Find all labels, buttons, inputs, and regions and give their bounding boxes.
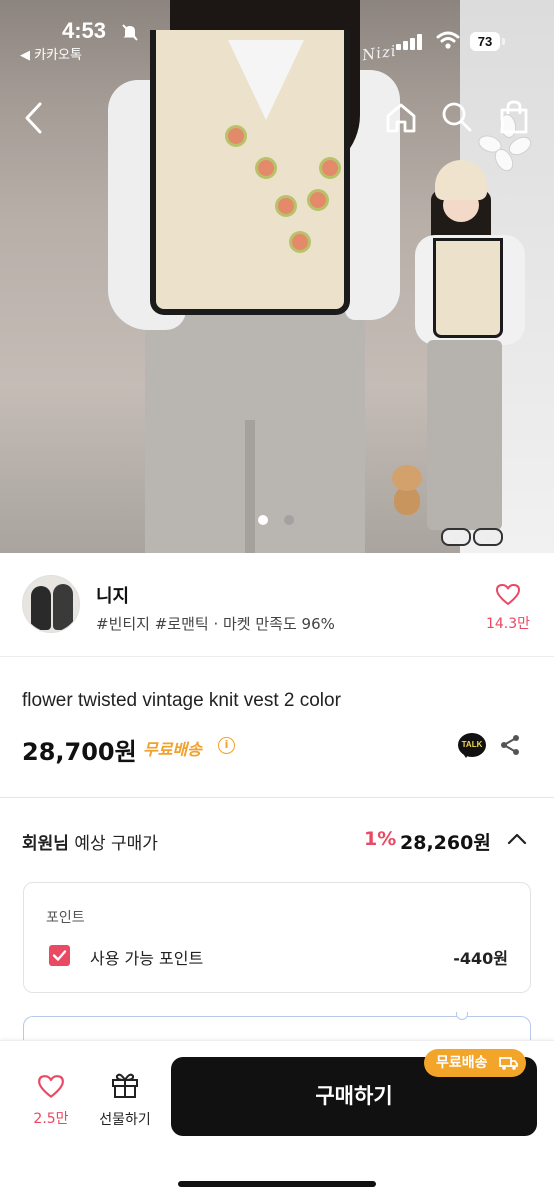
signal-bar	[417, 34, 422, 50]
shop-like-button[interactable]: 14.3만	[480, 583, 536, 633]
mini-pants	[427, 340, 502, 530]
back-chevron-icon[interactable]	[20, 98, 50, 138]
gift-icon	[112, 1073, 138, 1098]
bell-muted-icon	[122, 24, 138, 41]
free-shipping-label: 무료배송	[143, 740, 202, 759]
bear-head	[392, 465, 422, 491]
home-indicator	[178, 1181, 376, 1187]
like-count: 2.5만	[33, 1111, 69, 1127]
member-price-label: 회원님 예상 구매가	[22, 829, 158, 854]
model-pants	[145, 305, 365, 553]
free-shipping-badge-label: 무료배송	[436, 1055, 488, 1071]
battery-tip	[502, 38, 505, 45]
vest-flower	[322, 160, 338, 176]
checkmark-icon	[52, 950, 67, 961]
points-label: 사용 가능 포인트	[90, 949, 204, 968]
avatar-figure	[53, 584, 73, 630]
shop-name[interactable]: 니지	[96, 582, 129, 608]
page-dot	[284, 515, 294, 525]
talk-bubble-tail	[462, 752, 470, 758]
like-button[interactable]: 2.5만	[24, 1074, 78, 1130]
info-icon[interactable]: i	[218, 737, 235, 754]
mini-shoe	[473, 528, 503, 546]
page-dot-active	[258, 515, 268, 525]
vest-neckline	[228, 40, 304, 120]
watermark: Nizi	[360, 41, 398, 65]
free-shipping-badge: 무료배송	[424, 1049, 526, 1077]
heart-outline-icon	[496, 584, 520, 605]
share-icon[interactable]	[498, 733, 522, 757]
heart-outline-icon	[38, 1075, 64, 1098]
chevron-up-icon[interactable]	[506, 830, 528, 848]
member-discount: 1%	[364, 828, 397, 850]
member-label-bold: 회원님	[22, 834, 69, 854]
wifi-icon	[436, 31, 460, 49]
battery-indicator: 73	[470, 32, 500, 51]
signal-bar	[403, 41, 408, 50]
search-icon[interactable]	[440, 100, 474, 134]
vest-flower	[228, 128, 244, 144]
points-title: 포인트	[46, 910, 85, 926]
gift-label: 선물하기	[99, 1112, 151, 1128]
carousel-page-indicator	[258, 515, 298, 527]
signal-bar	[396, 44, 401, 50]
bear-body	[394, 487, 420, 515]
shop-like-count: 14.3만	[485, 616, 531, 632]
member-label-rest: 예상 구매가	[68, 834, 158, 854]
vest-flower	[278, 198, 294, 214]
back-to-app-link[interactable]: ◀ 카카오톡	[20, 44, 82, 63]
shop-tags: #빈티지 #로맨틱 · 마켓 만족도 96%	[96, 615, 335, 633]
vest-flower	[310, 192, 326, 208]
points-value: -440원	[453, 949, 508, 968]
gift-button[interactable]: 선물하기	[92, 1071, 158, 1131]
mini-vest	[433, 238, 503, 338]
status-time: 4:53	[62, 18, 107, 43]
vest-flower	[258, 160, 274, 176]
vest-flower	[292, 234, 308, 250]
shopping-bag-icon[interactable]	[496, 98, 532, 136]
bottom-action-bar: 2.5만 선물하기 구매하기 무료배송	[0, 1040, 554, 1200]
product-price: 28,700원	[22, 738, 137, 766]
shop-info-row[interactable]: 니지 #빈티지 #로맨틱 · 마켓 만족도 96% 14.3만	[0, 553, 554, 657]
product-image-carousel[interactable]: Nizi	[0, 0, 554, 553]
truck-icon	[499, 1057, 518, 1070]
pants-seam	[245, 420, 255, 553]
teddy-bear-sticker	[388, 465, 426, 517]
member-price: 28,260원	[400, 832, 491, 854]
mini-shoe	[441, 528, 471, 546]
shop-avatar[interactable]	[22, 575, 80, 633]
signal-bar	[410, 38, 415, 50]
section-divider	[0, 797, 554, 798]
avatar-figure	[31, 586, 51, 630]
points-panel: 포인트 사용 가능 포인트 -440원	[23, 882, 531, 993]
use-points-checkbox[interactable]	[49, 945, 70, 966]
cellular-signal-icon	[396, 34, 424, 50]
home-icon[interactable]	[383, 100, 419, 136]
product-title: flower twisted vintage knit vest 2 color	[22, 690, 341, 711]
